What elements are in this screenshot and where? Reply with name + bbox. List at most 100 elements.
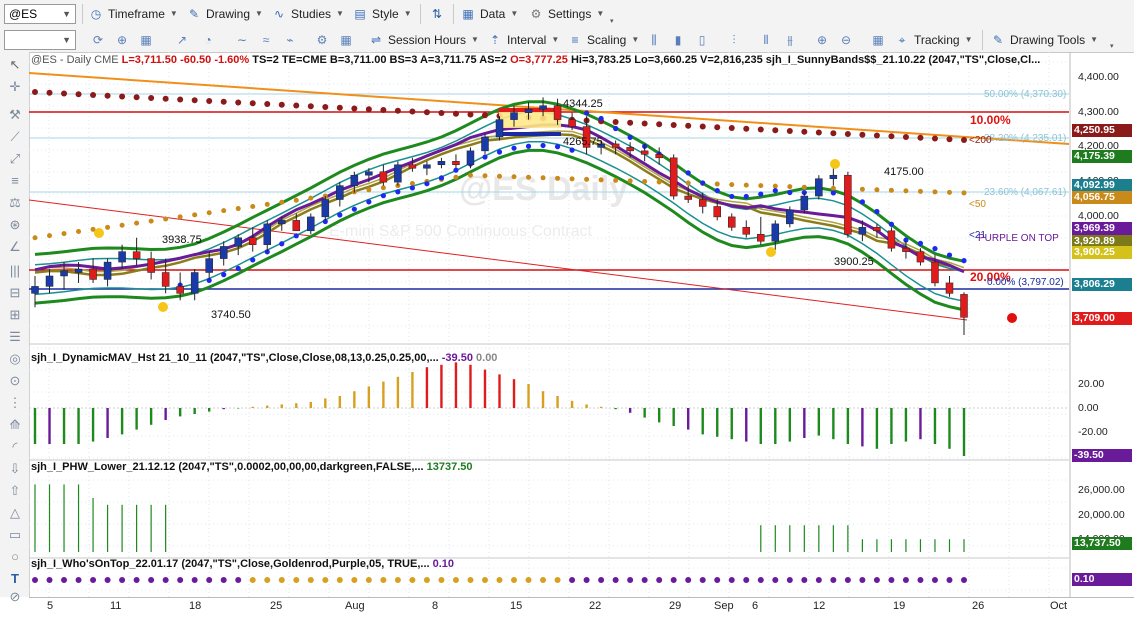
refresh-icon[interactable]: ⟳: [88, 30, 108, 50]
spiral-icon[interactable]: ◎: [5, 350, 25, 368]
grid-icon[interactable]: ▦: [136, 30, 156, 50]
text-tool-icon[interactable]: T: [5, 570, 25, 588]
fib-icon[interactable]: ⚖: [5, 194, 25, 212]
wave-icon[interactable]: ≈: [256, 30, 276, 50]
data-menu[interactable]: ▦ Data ▼: [460, 3, 518, 25]
tracking-menu[interactable]: ⌖ Tracking ▼: [894, 29, 973, 51]
session-hours-menu[interactable]: ⇌ Session Hours ▼: [368, 29, 479, 51]
tilde-icon[interactable]: ∼: [232, 30, 252, 50]
candle: [452, 154, 460, 169]
ma21-dot: [685, 170, 691, 176]
price-box: 4,175.39: [1072, 149, 1132, 163]
mav-bar: [962, 408, 966, 456]
trendline-icon[interactable]: ⟋: [5, 128, 25, 146]
retracement-icon[interactable]: ⊞: [5, 306, 25, 324]
price-chart[interactable]: @ES Daily E-mini S&P 500 Continuous Cont…: [28, 52, 1134, 598]
bar-chart-icon[interactable]: ⫼: [644, 30, 664, 50]
candle-icon[interactable]: ▮: [668, 30, 688, 50]
arc-icon[interactable]: ◜: [5, 438, 25, 456]
mav-bar: [77, 408, 80, 444]
levels-icon[interactable]: ☰: [5, 328, 25, 346]
ma21-dot: [758, 191, 764, 197]
channel-icon[interactable]: ≡: [5, 172, 25, 190]
wot-dot: [641, 577, 648, 583]
table-icon[interactable]: ▦: [336, 30, 356, 50]
gauge-icon[interactable]: ◔: [198, 30, 218, 50]
ma200-dot: [61, 90, 68, 97]
drawing-tools-menu[interactable]: ✎ Drawing Tools ▼: [990, 29, 1098, 51]
studies-menu[interactable]: ∿ Studies ▼: [271, 3, 344, 25]
candle-hollow-icon[interactable]: ▯: [692, 30, 712, 50]
zoom-bars-icon[interactable]: ⫶: [724, 30, 744, 50]
symbol-input[interactable]: @ES ▼: [4, 4, 76, 24]
vertical-lines-icon[interactable]: |||: [5, 262, 25, 280]
rectangle-icon[interactable]: ▭: [5, 526, 25, 544]
mav-bar: [817, 408, 821, 436]
price-box: 3,806.29: [1072, 278, 1132, 292]
wrench-icon[interactable]: ⚒: [5, 106, 25, 124]
chart-area[interactable]: @ES Daily E-mini S&P 500 Continuous Cont…: [28, 52, 1134, 598]
line-chart-icon[interactable]: ⌁: [280, 30, 300, 50]
ma200-dot: [235, 99, 242, 106]
zoom-in-icon[interactable]: ⊕: [812, 30, 832, 50]
cycle-icon[interactable]: ⊙: [5, 372, 25, 390]
arrow-down-icon[interactable]: ⇩: [5, 460, 25, 478]
wot-dot: [104, 577, 111, 583]
settings-menu[interactable]: ⚙ Settings ▼: [528, 3, 605, 25]
mav-bar: [948, 408, 951, 449]
style-menu[interactable]: ▤ Style ▼: [352, 3, 411, 25]
candle: [815, 175, 823, 200]
scaling-label: Scaling: [587, 33, 627, 47]
arrow-up-icon[interactable]: ⇧: [5, 482, 25, 500]
wot-dot: [438, 577, 445, 583]
horizontal-line-icon[interactable]: ⊟: [5, 284, 25, 302]
eraser-icon[interactable]: ⊘: [5, 588, 25, 606]
phw-bar: [847, 525, 849, 552]
ma200-dot: [902, 134, 909, 140]
mav-bar: [890, 408, 893, 444]
gear-icon[interactable]: ⚙: [312, 30, 332, 50]
candle-body: [132, 251, 141, 259]
candle-body: [945, 282, 954, 294]
wot-dot: [554, 577, 561, 583]
layout-select[interactable]: ▼: [4, 30, 76, 50]
arrow-icon[interactable]: ↗: [172, 30, 192, 50]
angle-icon[interactable]: ∠: [5, 238, 25, 256]
pattern-icon[interactable]: ⟰: [5, 416, 25, 434]
candle-body: [219, 246, 228, 259]
timeframe-menu[interactable]: ◷ Timeframe ▼: [88, 3, 178, 25]
overflow-icon[interactable]: ▾: [1110, 42, 1114, 50]
candle-body: [902, 247, 910, 252]
interval-menu[interactable]: ⇡ Interval ▼: [487, 29, 559, 51]
candle: [248, 227, 257, 252]
gann-icon[interactable]: ⊛: [5, 216, 25, 234]
grid-icon[interactable]: ▦: [868, 30, 888, 50]
triangle-icon[interactable]: △: [5, 504, 25, 522]
chevron-down-icon[interactable]: ▼: [62, 31, 71, 49]
expand-icon[interactable]: ⫵: [780, 30, 800, 50]
candle: [960, 292, 968, 336]
mav-bar: [178, 408, 182, 417]
chevron-down-icon[interactable]: ▼: [62, 5, 71, 23]
scaling-menu[interactable]: ≡ Scaling ▼: [567, 29, 639, 51]
wot-dot: [90, 577, 97, 583]
cross-icon[interactable]: ✛: [5, 78, 25, 96]
link-icon[interactable]: ⇅: [427, 4, 447, 24]
ellipse-icon[interactable]: ○: [5, 548, 25, 566]
ray-icon[interactable]: ⤢: [5, 150, 25, 168]
crosshair-icon[interactable]: ⊕: [112, 30, 132, 50]
wot-value: 0.10: [432, 558, 455, 570]
zoom-out-icon[interactable]: ⊖: [836, 30, 856, 50]
price-tick: 4,400.00: [1078, 70, 1119, 83]
overflow-icon[interactable]: ▾: [610, 17, 614, 25]
style-label: Style: [372, 7, 399, 21]
compress-icon[interactable]: ⫴: [756, 30, 776, 50]
bars-icon[interactable]: ⋮: [5, 394, 25, 412]
mav-bar: [193, 408, 196, 414]
chart-toolbar: ▼ ⟳ ⊕ ▦ ↗ ◔ ∼ ≈ ⌁ ⚙ ▦ ⇌ Session Hours ▼ ⇡ I…: [0, 28, 1134, 53]
candle-body: [31, 286, 39, 294]
wot-dot: [351, 577, 358, 583]
candle-body: [524, 108, 533, 113]
pointer-icon[interactable]: ↖: [5, 56, 25, 74]
drawing-menu[interactable]: ✎ Drawing ▼: [186, 3, 263, 25]
